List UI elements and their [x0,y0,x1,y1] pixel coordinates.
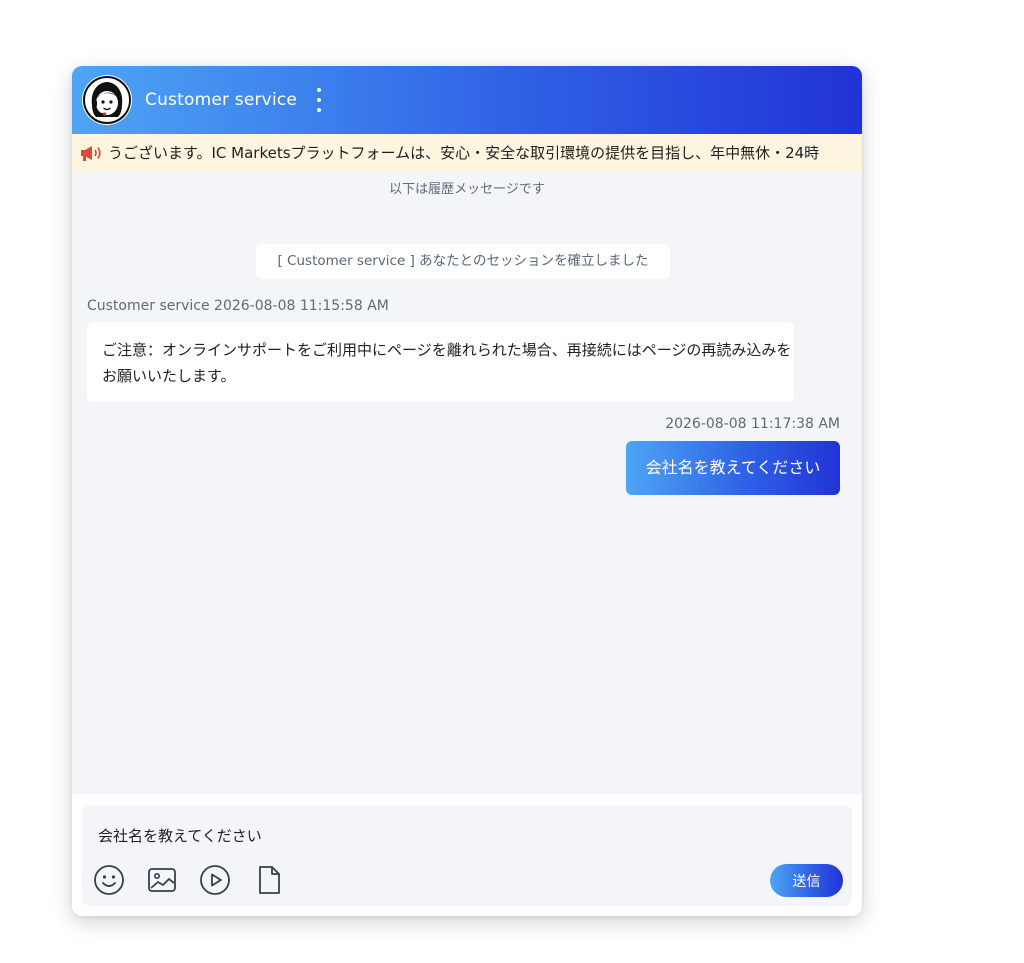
message-input[interactable] [98,823,778,847]
notice-bar: うございます。IC Marketsプラットフォームは、安心・安全な取引環境の提供… [72,134,862,172]
agent-message-bubble: ご注意：オンラインサポートをご利用中にページを離れられた場合、再接続にはページの… [87,322,794,402]
megaphone-icon [81,146,101,161]
more-options-button[interactable] [312,86,326,114]
history-label: 以下は履歴メッセージです [389,182,545,197]
agent-message-text: ご注意：オンラインサポートをご利用中にページを離れられた場合、再接続にはページの… [102,341,792,385]
chat-window: Customer service うございます。IC Marketsプラットフォ… [72,66,862,916]
emoji-button[interactable] [92,863,126,897]
more-vertical-icon [317,88,321,92]
agent-headset-avatar-icon [83,76,131,124]
composer-area: 送信 [72,794,862,916]
emoji-icon [94,865,124,895]
agent-avatar [82,75,132,125]
image-icon [148,868,176,892]
send-button[interactable]: 送信 [770,864,843,897]
session-status-message: [ Customer service ] あなたとのセッションを確立しました [256,244,670,279]
notice-marquee-text: うございます。IC Marketsプラットフォームは、安心・安全な取引環境の提供… [108,144,820,162]
header-title: Customer service [145,90,298,110]
user-message-meta: 2026-08-08 11:17:38 AM [665,416,840,432]
agent-message-meta: Customer service 2026-08-08 11:15:58 AM [87,298,389,314]
file-upload-button[interactable] [252,863,286,897]
video-icon [200,865,230,895]
image-upload-button[interactable] [145,863,179,897]
composer: 送信 [82,805,852,906]
user-message-bubble: 会社名を教えてください [626,441,840,495]
chat-header: Customer service [72,66,862,134]
video-upload-button[interactable] [198,863,232,897]
file-icon [259,866,280,894]
